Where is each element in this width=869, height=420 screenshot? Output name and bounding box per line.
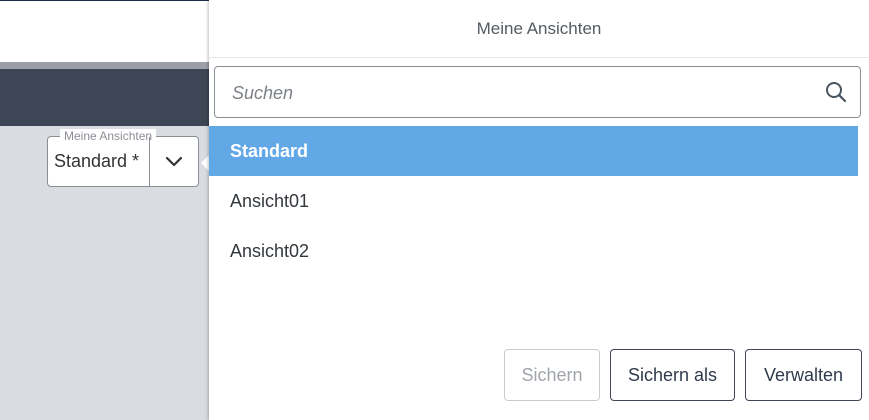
chevron-down-icon <box>165 156 183 166</box>
list-item-standard[interactable]: Standard <box>209 126 858 176</box>
search-box[interactable] <box>214 66 861 118</box>
search-icon[interactable] <box>824 80 848 104</box>
select-toggle-button[interactable] <box>150 137 198 186</box>
save-as-button[interactable]: Sichern als <box>610 349 735 401</box>
my-views-select-value[interactable]: Standard * <box>54 151 139 172</box>
list-item-ansicht02[interactable]: Ansicht02 <box>209 226 858 276</box>
dropdown-title: Meine Ansichten <box>209 0 869 58</box>
my-views-select[interactable]: Meine Ansichten Standard * <box>47 129 199 187</box>
save-button[interactable]: Sichern <box>504 349 600 401</box>
list-item-ansicht01[interactable]: Ansicht01 <box>209 176 858 226</box>
search-input[interactable] <box>230 79 814 107</box>
list-item-label: Ansicht01 <box>230 190 310 211</box>
manage-button[interactable]: Verwalten <box>745 349 862 401</box>
my-views-select-legend: Meine Ansichten <box>60 129 157 143</box>
list-item-label: Ansicht02 <box>230 240 310 261</box>
list-item-label: Standard <box>230 140 309 161</box>
my-views-dropdown: Meine Ansichten Standard Ansicht01 Ansic… <box>209 0 869 420</box>
views-list: Standard Ansicht01 Ansicht02 <box>209 126 858 276</box>
